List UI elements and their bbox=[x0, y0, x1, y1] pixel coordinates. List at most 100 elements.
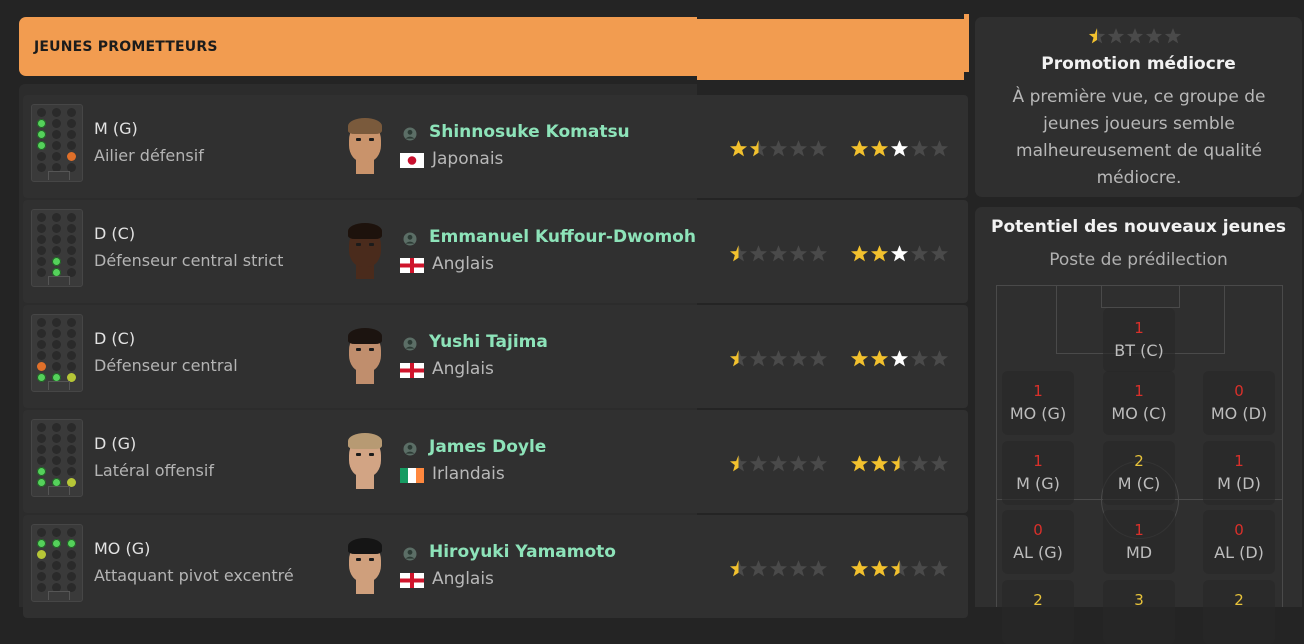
star-icon bbox=[850, 560, 869, 577]
empty-star-icon bbox=[769, 455, 788, 472]
position-dot bbox=[67, 456, 76, 465]
player-avatar[interactable] bbox=[346, 223, 384, 279]
player-row[interactable]: M (G) Ailier défensif Shinnosuke Komatsu… bbox=[23, 95, 968, 198]
position-dot bbox=[67, 152, 76, 161]
player-avatar[interactable] bbox=[346, 538, 384, 594]
position-dot bbox=[52, 456, 61, 465]
person-icon bbox=[403, 442, 417, 456]
position-tile: 0 AL (G) bbox=[1002, 510, 1074, 574]
current-ability-stars bbox=[729, 559, 828, 578]
position-dot bbox=[37, 456, 46, 465]
empty-star-icon bbox=[930, 350, 949, 367]
position-count: 2 bbox=[1033, 591, 1043, 609]
position-dot bbox=[67, 561, 76, 570]
position-dot bbox=[37, 572, 46, 581]
position-dot bbox=[52, 539, 61, 548]
player-position: MO (G) bbox=[94, 539, 151, 558]
player-name-link[interactable]: Hiroyuki Yamamoto bbox=[429, 542, 616, 562]
star-icon bbox=[870, 350, 889, 367]
player-name-link[interactable]: Emmanuel Kuffour-Dwomoh bbox=[429, 227, 696, 247]
star-icon bbox=[729, 140, 748, 157]
position-dot bbox=[37, 561, 46, 570]
empty-star-icon bbox=[910, 455, 929, 472]
player-nationality: Anglais bbox=[432, 359, 494, 379]
position-count: 2 bbox=[1134, 452, 1144, 470]
star-icon bbox=[890, 245, 909, 262]
potential-title: Potentiel des nouveaux jeunes bbox=[990, 217, 1287, 237]
empty-star-icon bbox=[910, 350, 929, 367]
position-mini-pitch bbox=[31, 314, 83, 392]
player-role: Latéral offensif bbox=[94, 461, 214, 480]
position-dot bbox=[52, 351, 61, 360]
empty-star-icon bbox=[789, 455, 808, 472]
empty-star-icon bbox=[789, 140, 808, 157]
position-dot bbox=[37, 141, 46, 150]
position-label: M (G) bbox=[1016, 474, 1060, 493]
position-dot bbox=[37, 119, 46, 128]
position-label: M (C) bbox=[1117, 474, 1161, 493]
player-position: M (G) bbox=[94, 119, 138, 138]
half-star-icon bbox=[729, 455, 748, 472]
position-count: 1 bbox=[1234, 452, 1244, 470]
position-tile: 1 M (D) bbox=[1203, 441, 1275, 505]
star-icon bbox=[870, 140, 889, 157]
person-icon bbox=[403, 337, 417, 351]
empty-star-icon bbox=[910, 245, 929, 262]
position-dot bbox=[37, 583, 46, 592]
potential-ability-stars bbox=[850, 139, 949, 158]
player-avatar[interactable] bbox=[346, 433, 384, 489]
player-nationality: Anglais bbox=[432, 254, 494, 274]
player-row[interactable]: D (G) Latéral offensif James Doyle Irlan… bbox=[23, 410, 968, 513]
empty-star-icon bbox=[1107, 28, 1125, 44]
position-dot bbox=[52, 318, 61, 327]
empty-star-icon bbox=[809, 350, 828, 367]
position-dot bbox=[37, 329, 46, 338]
position-dot bbox=[67, 141, 76, 150]
position-dot bbox=[67, 434, 76, 443]
header-edge bbox=[964, 14, 969, 72]
position-count: 0 bbox=[1033, 521, 1043, 539]
potential-card: Potentiel des nouveaux jeunes Poste de p… bbox=[975, 207, 1302, 644]
position-dot bbox=[67, 423, 76, 432]
player-row[interactable]: MO (G) Attaquant pivot excentré Hiroyuki… bbox=[23, 515, 968, 618]
position-dot bbox=[67, 119, 76, 128]
position-dot bbox=[37, 224, 46, 233]
promotion-rating-stars bbox=[1088, 27, 1182, 45]
player-role: Attaquant pivot excentré bbox=[94, 566, 294, 585]
player-role: Défenseur central bbox=[94, 356, 238, 375]
position-tile: 2 bbox=[1002, 580, 1074, 644]
position-label: AL (G) bbox=[1013, 543, 1063, 562]
position-dot bbox=[52, 550, 61, 559]
position-dot bbox=[37, 351, 46, 360]
star-icon bbox=[870, 455, 889, 472]
position-dot bbox=[52, 572, 61, 581]
star-icon bbox=[850, 455, 869, 472]
position-mini-pitch bbox=[31, 419, 83, 497]
player-name-link[interactable]: James Doyle bbox=[429, 437, 546, 457]
player-avatar[interactable] bbox=[346, 118, 384, 174]
position-dot bbox=[52, 141, 61, 150]
star-icon bbox=[870, 245, 889, 262]
current-ability-stars bbox=[729, 349, 828, 368]
empty-star-icon bbox=[809, 245, 828, 262]
position-pitch: 1 BT (C) 1 MO (G) 1 MO (C) 0 MO (D) 1 M (G) 2 M (C)… bbox=[996, 285, 1283, 644]
position-dot bbox=[37, 467, 46, 476]
position-count: 1 bbox=[1134, 382, 1144, 400]
player-name-link[interactable]: Shinnosuke Komatsu bbox=[429, 122, 630, 142]
promotion-card: Promotion médiocre À première vue, ce gr… bbox=[975, 17, 1302, 197]
player-row[interactable]: D (C) Défenseur central strict Emmanuel … bbox=[23, 200, 968, 303]
player-avatar[interactable] bbox=[346, 328, 384, 384]
position-dot bbox=[37, 246, 46, 255]
position-label: BT (C) bbox=[1114, 341, 1164, 360]
flag-icon bbox=[400, 573, 424, 588]
empty-star-icon bbox=[910, 140, 929, 157]
potential-subtitle: Poste de prédilection bbox=[1049, 250, 1228, 270]
position-dot bbox=[37, 434, 46, 443]
position-label: MO (C) bbox=[1111, 404, 1167, 423]
empty-star-icon bbox=[769, 245, 788, 262]
player-name-link[interactable]: Yushi Tajima bbox=[429, 332, 548, 352]
empty-star-icon bbox=[1145, 28, 1163, 44]
empty-star-icon bbox=[910, 560, 929, 577]
player-row[interactable]: D (C) Défenseur central Yushi Tajima Ang… bbox=[23, 305, 968, 408]
empty-star-icon bbox=[930, 560, 949, 577]
